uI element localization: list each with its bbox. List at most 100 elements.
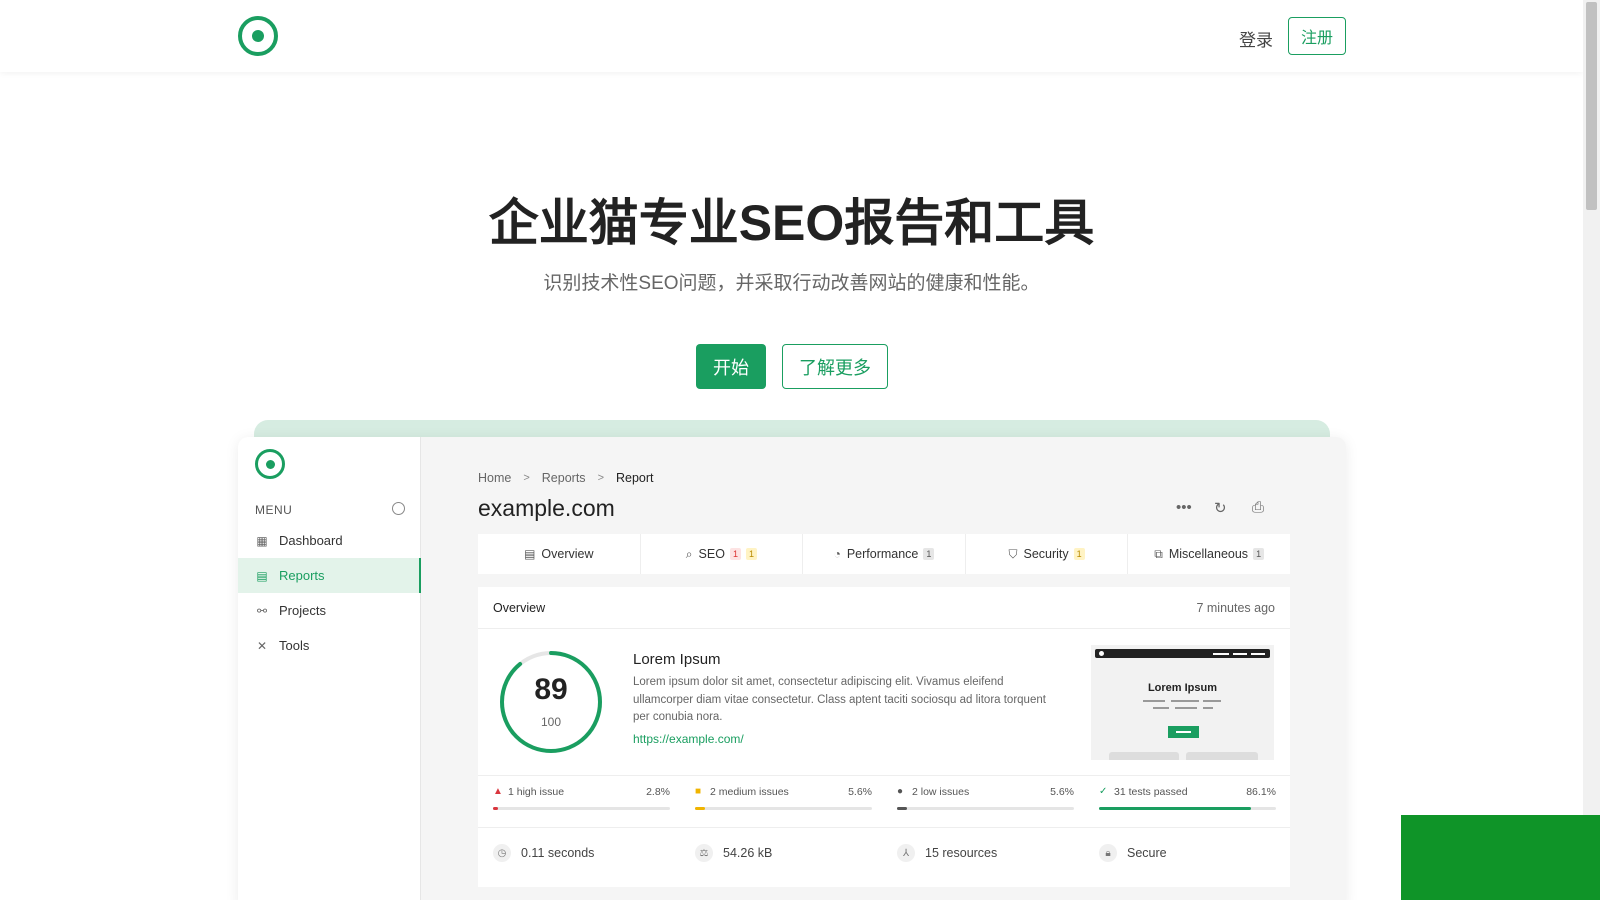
tab-miscellaneous[interactable]: ⧉ Miscellaneous 1 bbox=[1128, 534, 1290, 574]
tab-label: Overview bbox=[541, 547, 594, 561]
timer-icon: ◷ bbox=[493, 844, 511, 862]
divider bbox=[478, 775, 1290, 776]
tools-icon: ✕ bbox=[256, 638, 268, 653]
page-scrollbar[interactable] bbox=[1583, 0, 1600, 900]
issue-label: 1 high issue bbox=[508, 786, 565, 798]
scrollbar-thumb[interactable] bbox=[1586, 2, 1597, 210]
more-options-icon[interactable]: ••• bbox=[1176, 499, 1192, 516]
app-preview: MENU ▦ Dashboard ▤ Reports ⚯ Projects ✕ … bbox=[238, 437, 1346, 900]
logo-icon[interactable] bbox=[238, 16, 278, 56]
menu-toggle-icon[interactable] bbox=[392, 502, 405, 515]
low-issue-badge: 1 bbox=[1253, 548, 1265, 560]
issue-medium: ■ 2 medium issues 5.6% bbox=[695, 786, 872, 810]
issue-label: 31 tests passed bbox=[1114, 786, 1188, 798]
tab-label: Security bbox=[1023, 547, 1069, 561]
tab-overview[interactable]: ▤ Overview bbox=[478, 534, 641, 574]
overview-icon: ▤ bbox=[524, 547, 536, 561]
hero-title: 企业猫专业SEO报告和工具 bbox=[488, 195, 1095, 251]
stat-label: 15 resources bbox=[925, 846, 998, 860]
sidebar-item-tools[interactable]: ✕ Tools bbox=[238, 628, 421, 663]
stat-label: 0.11 seconds bbox=[521, 846, 595, 860]
resources-icon: ⅄ bbox=[897, 844, 915, 862]
shapes-icon: ⧉ bbox=[1154, 546, 1163, 561]
tests-passed: ✓ 31 tests passed 86.1% bbox=[1099, 786, 1276, 810]
chevron-right-icon: > bbox=[523, 472, 530, 484]
hero-subtitle: 识别技术性SEO问题，并采取行动改善网站的健康和性能。 bbox=[543, 273, 1040, 294]
signup-button[interactable]: 注册 bbox=[1288, 17, 1346, 55]
site-url-link[interactable]: https://example.com/ bbox=[633, 732, 744, 746]
issue-percent: 2.8% bbox=[646, 786, 670, 798]
refresh-icon[interactable]: ↻ bbox=[1214, 499, 1227, 517]
sidebar-item-label: Dashboard bbox=[279, 533, 343, 548]
gauge-icon: ◔ bbox=[833, 547, 841, 561]
stat-label: 54.26 kB bbox=[723, 846, 773, 860]
score-value: 89 bbox=[534, 673, 568, 706]
shield-icon: ⛉ bbox=[1008, 546, 1018, 561]
sidebar-item-label: Reports bbox=[279, 568, 325, 583]
warning-triangle-icon: ▲ bbox=[493, 786, 503, 797]
print-icon[interactable]: ⎙ bbox=[1252, 499, 1264, 516]
stat-label: Secure bbox=[1127, 846, 1167, 860]
issue-label: 2 low issues bbox=[912, 786, 970, 798]
login-link[interactable]: 登录 bbox=[1239, 26, 1273, 51]
issue-low: ● 2 low issues 5.6% bbox=[897, 786, 1074, 810]
overview-card-title: Overview bbox=[493, 601, 546, 615]
breadcrumb-home[interactable]: Home bbox=[478, 471, 511, 485]
tab-label: Performance bbox=[846, 547, 919, 561]
issue-progress bbox=[897, 807, 1074, 810]
issue-percent: 5.6% bbox=[1050, 786, 1074, 798]
sidebar-item-reports[interactable]: ▤ Reports bbox=[238, 558, 421, 593]
breadcrumb-current: Report bbox=[616, 471, 654, 485]
site-description: Lorem ipsum dolor sit amet, consectetur … bbox=[633, 676, 1046, 723]
issue-progress bbox=[695, 807, 872, 810]
top-nav: 登录 注册 bbox=[0, 0, 1583, 72]
security-stat: 🔒︎ Secure bbox=[1099, 844, 1167, 862]
overview-card-header: Overview 7 minutes ago bbox=[478, 587, 1290, 629]
overview-card: Overview 7 minutes ago 89 100 Lorem Ipsu… bbox=[478, 587, 1290, 887]
chevron-right-icon: > bbox=[597, 472, 604, 484]
green-overlay-block bbox=[1401, 815, 1600, 900]
tab-performance[interactable]: ◔ Performance 1 bbox=[803, 534, 966, 574]
sidebar-item-label: Tools bbox=[279, 638, 310, 653]
sidebar: MENU ▦ Dashboard ▤ Reports ⚯ Projects ✕ … bbox=[238, 437, 421, 900]
lock-icon: 🔒︎ bbox=[1099, 844, 1117, 862]
medium-issue-badge: 1 bbox=[745, 548, 757, 560]
square-icon: ■ bbox=[695, 786, 702, 797]
load-time-stat: ◷ 0.11 seconds bbox=[493, 844, 594, 862]
site-page-title: Lorem Ipsum bbox=[633, 651, 721, 668]
high-issue-badge: 1 bbox=[729, 548, 741, 560]
issue-progress bbox=[1099, 807, 1276, 810]
page-size-stat: ⚖ 54.26 kB bbox=[695, 844, 772, 862]
resources-stat: ⅄ 15 resources bbox=[897, 844, 997, 862]
main-panel: Home > Reports > Report example.com ••• … bbox=[421, 437, 1346, 900]
tab-security[interactable]: ⛉ Security 1 bbox=[966, 534, 1129, 574]
breadcrumb-reports[interactable]: Reports bbox=[542, 471, 586, 485]
breadcrumb: Home > Reports > Report bbox=[478, 471, 654, 485]
sidebar-item-label: Projects bbox=[279, 603, 326, 618]
thumbnail-title: Lorem Ipsum bbox=[1147, 682, 1218, 694]
tab-label: Miscellaneous bbox=[1168, 547, 1249, 561]
report-tabs: ▤ Overview ⌕ SEO 1 1 ◔ Performance 1 ⛉ S… bbox=[478, 534, 1290, 574]
report-timestamp: 7 minutes ago bbox=[1196, 601, 1275, 615]
site-thumbnail: Lorem Ipsum bbox=[1091, 645, 1274, 760]
medium-issue-badge: 1 bbox=[1073, 548, 1085, 560]
circle-icon: ● bbox=[897, 786, 904, 797]
issue-label: 2 medium issues bbox=[710, 786, 789, 798]
issue-percent: 86.1% bbox=[1246, 786, 1276, 798]
scale-icon: ⚖ bbox=[695, 844, 713, 862]
check-icon: ✓ bbox=[1099, 786, 1108, 797]
low-issue-badge: 1 bbox=[923, 548, 935, 560]
app-logo-icon[interactable] bbox=[255, 449, 285, 479]
tab-seo[interactable]: ⌕ SEO 1 1 bbox=[641, 534, 804, 574]
learn-more-button[interactable]: 了解更多 bbox=[782, 344, 888, 389]
issue-high: ▲ 1 high issue 2.8% bbox=[493, 786, 670, 810]
sidebar-item-projects[interactable]: ⚯ Projects bbox=[238, 593, 421, 628]
search-icon: ⌕ bbox=[685, 546, 693, 561]
issue-progress bbox=[493, 807, 670, 810]
start-button[interactable]: 开始 bbox=[696, 344, 766, 389]
sidebar-item-dashboard[interactable]: ▦ Dashboard bbox=[238, 523, 421, 558]
menu-label: MENU bbox=[255, 503, 293, 517]
projects-icon: ⚯ bbox=[256, 603, 268, 618]
score-gauge: 89 100 bbox=[498, 649, 604, 755]
score-max: 100 bbox=[540, 715, 562, 729]
